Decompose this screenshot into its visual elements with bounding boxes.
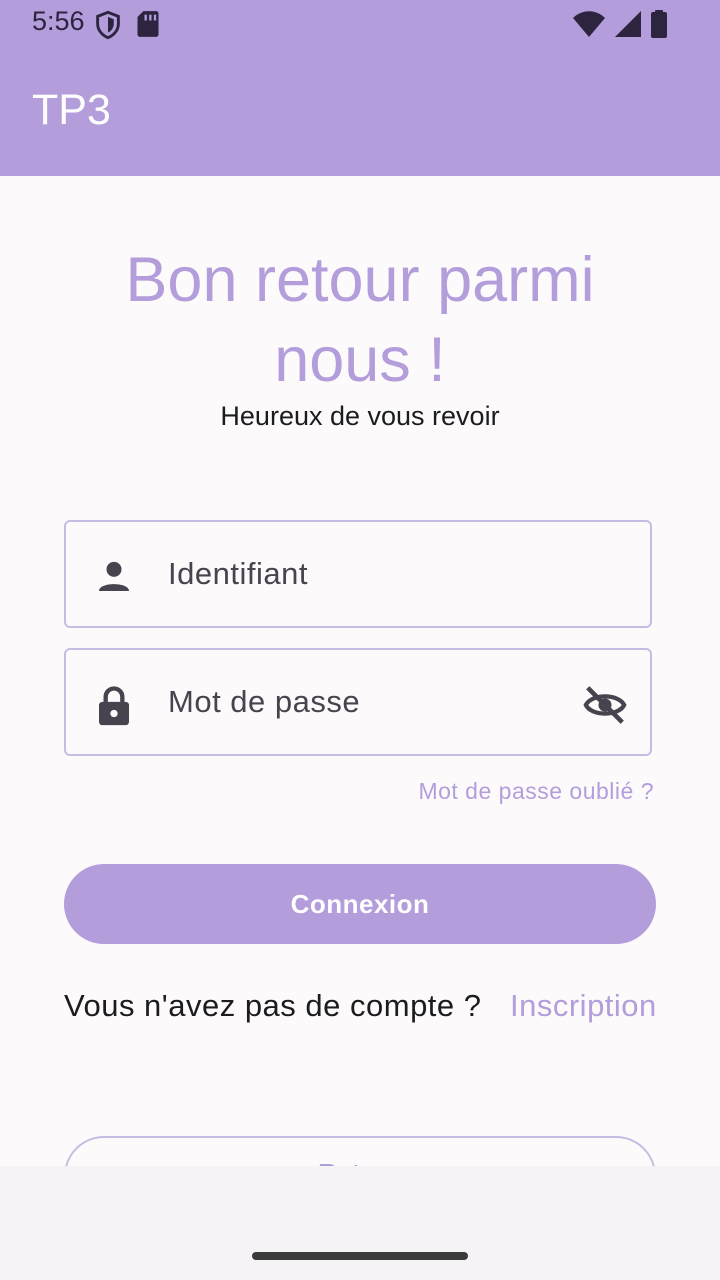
shield-icon xyxy=(94,10,122,45)
visibility-off-icon[interactable] xyxy=(582,682,628,728)
lock-icon xyxy=(94,684,134,726)
no-account-text: Vous n'avez pas de compte ? xyxy=(64,988,482,1023)
wifi-icon xyxy=(572,10,606,43)
back-button[interactable]: Retour xyxy=(64,1136,656,1166)
welcome-subtitle: Heureux de vous revoir xyxy=(220,401,500,431)
username-placeholder: Identifiant xyxy=(168,556,308,591)
forgot-password-link[interactable]: Mot de passe oublié ? xyxy=(418,778,654,805)
login-button[interactable]: Connexion xyxy=(64,864,656,944)
username-field[interactable]: Identifiant xyxy=(64,520,652,628)
login-screen: Bon retour parmi nous ! Heureux de vous … xyxy=(0,176,720,1166)
navigation-bar xyxy=(0,1166,720,1280)
home-indicator[interactable] xyxy=(252,1252,468,1260)
password-placeholder: Mot de passe xyxy=(168,684,361,719)
person-icon xyxy=(94,556,134,596)
cell-signal-icon xyxy=(614,10,642,43)
app-bar: TP3 xyxy=(0,48,720,176)
password-field[interactable]: Mot de passe xyxy=(64,648,652,756)
status-bar: 5:56 xyxy=(0,0,720,48)
signup-link[interactable]: Inscription xyxy=(510,981,660,1030)
battery-icon xyxy=(650,10,668,43)
welcome-title: Bon retour parmi nous ! xyxy=(125,245,595,395)
status-time: 5:56 xyxy=(32,6,85,36)
app-title: TP3 xyxy=(32,86,111,134)
sd-card-icon xyxy=(136,10,160,45)
